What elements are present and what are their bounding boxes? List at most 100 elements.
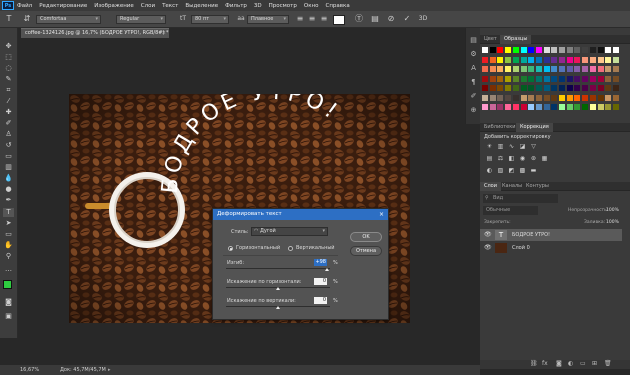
- color-swatch[interactable]: [612, 75, 619, 82]
- color-swatch[interactable]: [543, 75, 550, 82]
- black-white-icon[interactable]: ◧: [508, 155, 515, 162]
- color-swatch[interactable]: [582, 94, 589, 101]
- color-swatch[interactable]: [566, 66, 573, 72]
- color-swatch[interactable]: [512, 75, 519, 82]
- color-swatch[interactable]: [574, 104, 581, 110]
- color-swatch[interactable]: [551, 85, 558, 91]
- path-selection-tool-icon[interactable]: ➤: [3, 219, 14, 228]
- levels-icon[interactable]: ▥: [497, 143, 504, 150]
- color-swatch[interactable]: [559, 94, 565, 101]
- color-swatch[interactable]: [551, 66, 558, 72]
- color-balance-icon[interactable]: ⚖: [497, 155, 504, 162]
- vertical-radio[interactable]: [288, 246, 293, 251]
- brightness-icon[interactable]: ☀: [486, 143, 493, 150]
- curves-icon[interactable]: ∿: [508, 143, 515, 150]
- color-swatch[interactable]: [597, 66, 604, 72]
- screen-mode-icon[interactable]: ▣: [3, 312, 14, 321]
- vdist-slider-thumb[interactable]: [276, 306, 280, 309]
- 3d-button[interactable]: 3D: [418, 14, 428, 24]
- color-swatch[interactable]: [582, 75, 589, 82]
- color-swatch[interactable]: [505, 85, 512, 91]
- color-swatch[interactable]: [482, 85, 488, 91]
- commit-edit-icon[interactable]: ✓: [402, 14, 412, 24]
- menu-help[interactable]: Справка: [325, 3, 349, 9]
- color-swatch[interactable]: [582, 85, 589, 91]
- tab-adjustments[interactable]: Коррекция: [516, 123, 553, 132]
- color-swatch[interactable]: [489, 94, 496, 101]
- rectangle-tool-icon[interactable]: ▭: [3, 230, 14, 239]
- color-swatch[interactable]: [528, 66, 535, 72]
- hue-saturation-icon[interactable]: ▤: [486, 155, 493, 162]
- color-swatch[interactable]: [535, 94, 542, 101]
- color-swatch[interactable]: [520, 104, 527, 110]
- threshold-icon[interactable]: ◩: [508, 167, 515, 174]
- style-select[interactable]: ◠ Дугой ▾: [251, 227, 328, 236]
- color-swatch[interactable]: [574, 94, 581, 101]
- color-swatch[interactable]: [589, 66, 596, 72]
- more-tools-icon[interactable]: …: [3, 265, 14, 274]
- bend-slider-thumb[interactable]: [325, 268, 329, 271]
- color-swatch[interactable]: [505, 47, 512, 53]
- zoom-tool-icon[interactable]: ⚲: [3, 252, 14, 261]
- opacity-value[interactable]: 100%: [606, 208, 619, 213]
- properties-panel-icon[interactable]: ⚙: [469, 50, 478, 59]
- menu-image[interactable]: Изображение: [94, 3, 134, 9]
- color-swatch[interactable]: [612, 104, 619, 110]
- color-swatch[interactable]: [559, 75, 565, 82]
- color-swatch[interactable]: [605, 85, 612, 91]
- color-swatch[interactable]: [520, 75, 527, 82]
- color-swatch[interactable]: [566, 47, 573, 53]
- color-swatch[interactable]: [605, 47, 612, 53]
- zoom-level[interactable]: 16,67%: [20, 365, 39, 375]
- color-swatch[interactable]: [489, 75, 496, 82]
- color-swatch[interactable]: [489, 85, 496, 91]
- color-swatch[interactable]: [505, 94, 512, 101]
- healing-brush-tool-icon[interactable]: ✚: [3, 108, 14, 117]
- color-swatch[interactable]: [566, 104, 573, 110]
- color-swatch[interactable]: [582, 47, 589, 53]
- color-swatch[interactable]: [482, 47, 488, 53]
- align-left-icon[interactable]: ≡: [295, 14, 305, 24]
- warp-text-icon[interactable]: Ⓣ: [354, 14, 364, 24]
- layer-row-image[interactable]: 👁 Слой 0: [480, 242, 622, 254]
- vdist-input[interactable]: 0: [314, 297, 327, 304]
- color-swatch[interactable]: [612, 66, 619, 72]
- menu-window[interactable]: Окно: [304, 3, 319, 9]
- vibrance-icon[interactable]: ▽: [530, 143, 537, 150]
- color-swatch[interactable]: [497, 56, 504, 63]
- color-swatch[interactable]: [482, 66, 488, 72]
- color-swatch[interactable]: [528, 56, 535, 63]
- exposure-icon[interactable]: ◪: [519, 143, 526, 150]
- menu-select[interactable]: Выделение: [185, 3, 218, 9]
- layer-mask-icon[interactable]: ◙: [556, 360, 562, 367]
- pen-tool-icon[interactable]: ✒: [3, 196, 14, 205]
- color-swatch[interactable]: [505, 66, 512, 72]
- color-swatch[interactable]: [612, 85, 619, 91]
- color-swatch[interactable]: [535, 104, 542, 110]
- color-swatch[interactable]: [551, 75, 558, 82]
- menu-layers[interactable]: Слои: [141, 3, 155, 9]
- color-swatch[interactable]: [535, 47, 542, 53]
- color-swatch[interactable]: [512, 47, 519, 53]
- color-swatch[interactable]: [597, 85, 604, 91]
- color-swatch[interactable]: [505, 56, 512, 63]
- tab-paths[interactable]: Контуры: [522, 182, 553, 191]
- color-swatch[interactable]: [612, 47, 619, 53]
- color-swatch[interactable]: [559, 56, 565, 63]
- foreground-color-swatch[interactable]: [3, 280, 12, 289]
- color-swatch[interactable]: [566, 75, 573, 82]
- color-swatch[interactable]: [559, 85, 565, 91]
- new-layer-icon[interactable]: ⊞: [592, 360, 597, 367]
- blend-mode-select[interactable]: Обычные: [483, 206, 538, 215]
- color-swatch[interactable]: [482, 94, 488, 101]
- color-swatch[interactable]: [559, 47, 565, 53]
- color-swatch[interactable]: [512, 56, 519, 63]
- trash-icon[interactable]: 🗑: [604, 360, 612, 367]
- cancel-button[interactable]: Отмена: [350, 246, 382, 256]
- crop-tool-icon[interactable]: ⌗: [3, 86, 14, 95]
- color-swatch[interactable]: [497, 66, 504, 72]
- quick-mask-icon[interactable]: ◙: [3, 298, 14, 307]
- clone-source-icon[interactable]: ⊕: [469, 106, 478, 115]
- color-swatch[interactable]: [543, 56, 550, 63]
- color-swatch[interactable]: [482, 56, 488, 63]
